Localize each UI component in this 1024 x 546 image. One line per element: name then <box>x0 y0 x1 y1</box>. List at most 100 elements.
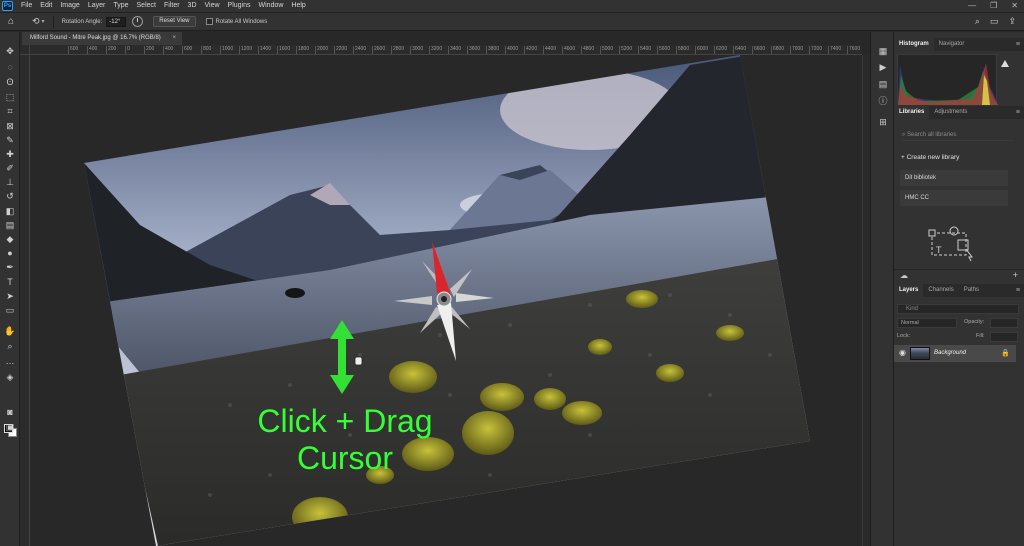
libraries-panel-tabs: Libraries Adjustments ≡ <box>894 106 1024 119</box>
lock-label: Lock: <box>897 333 911 339</box>
ruler-tick: 3400 <box>447 46 462 54</box>
fill-input[interactable] <box>990 332 1018 342</box>
layers-panel-tabs: Layers Channels Paths ≡ <box>894 284 1024 297</box>
reset-view-button[interactable]: Reset View <box>153 16 196 27</box>
search-icon[interactable]: ⌕ <box>975 16 980 27</box>
menu-layer[interactable]: Layer <box>84 0 110 12</box>
library-item[interactable]: Dit bibliotek <box>900 170 1008 186</box>
rectangle-tool-icon[interactable]: ▭ <box>4 305 16 316</box>
tab-layers[interactable]: Layers <box>894 284 924 297</box>
layer-row[interactable]: ◉ Background 🔒 <box>894 345 1016 362</box>
dodge-tool-icon[interactable]: ● <box>4 248 16 259</box>
tools-panel: ✥ ◌ ʘ ⬚ ⌗ ⊠ ✎ ✚ ✐ ⊥ ↺ ◧ ▤ ◆ ● ✒ T ➤ ▭ ✋ … <box>0 32 20 546</box>
share-icon[interactable]: ⇪ <box>1008 16 1016 27</box>
eraser-tool-icon[interactable]: ◧ <box>4 206 16 217</box>
menu-view[interactable]: View <box>201 0 224 12</box>
blur-tool-icon[interactable]: ◆ <box>4 234 16 245</box>
lasso-tool-icon[interactable]: ʘ <box>4 77 16 88</box>
more-tools-icon[interactable]: … <box>4 356 16 367</box>
zoom-tool-icon[interactable]: ⌕ <box>4 341 16 352</box>
vertical-scrollbar[interactable] <box>862 55 870 546</box>
ruler-tick: 4400 <box>542 46 557 54</box>
gradient-tool-icon[interactable]: ▤ <box>4 220 16 231</box>
type-tool-icon[interactable]: T <box>4 277 16 288</box>
close-icon[interactable]: × <box>172 32 176 45</box>
history-icon[interactable]: ▦ <box>877 46 889 57</box>
photoshop-logo-icon[interactable]: Ps <box>2 1 13 11</box>
workspace-icon[interactable]: ▭ <box>990 16 999 27</box>
layer-filter-select[interactable]: Kind <box>897 304 1019 314</box>
home-icon[interactable]: ⌂ <box>8 16 20 28</box>
chevron-down-icon[interactable]: ▾ <box>42 18 45 25</box>
instruction-line-1: Click + Drag <box>257 403 433 439</box>
object-selection-tool-icon[interactable]: ⬚ <box>4 92 16 103</box>
menu-plugins[interactable]: Plugins <box>224 0 255 12</box>
tab-libraries[interactable]: Libraries <box>894 106 930 119</box>
library-item[interactable]: HMC CC <box>900 190 1008 206</box>
rotation-angle-input[interactable]: -12° <box>106 16 127 27</box>
actions-play-icon[interactable]: ▶ <box>877 62 889 73</box>
opacity-input[interactable] <box>990 318 1018 328</box>
lock-icon[interactable]: 🔒 <box>1001 349 1010 357</box>
ruler-origin[interactable] <box>20 45 30 55</box>
rotation-dial-icon[interactable] <box>132 16 144 27</box>
cloud-icon[interactable]: ☁ <box>900 271 908 280</box>
menu-type[interactable]: Type <box>109 0 132 12</box>
hand-tool-icon[interactable]: ✋ <box>4 326 16 337</box>
tab-channels[interactable]: Channels <box>923 284 958 297</box>
tab-adjustments[interactable]: Adjustments <box>929 106 972 119</box>
tab-navigator[interactable]: Navigator <box>934 38 970 51</box>
eye-icon[interactable]: ◉ <box>899 348 906 357</box>
screen-mode-icon[interactable]: ▣ <box>4 422 16 433</box>
maximize-icon[interactable]: ❐ <box>990 0 997 12</box>
panel-menu-icon[interactable]: ≡ <box>1016 38 1020 51</box>
rotate-view-tool-icon[interactable]: ⟲ <box>32 16 40 27</box>
move-tool-icon[interactable]: ✥ <box>4 46 16 57</box>
libraries-search-input[interactable]: ⌕ Search all libraries <box>902 130 1014 141</box>
quick-mask-icon[interactable]: ◙ <box>4 407 16 418</box>
vertical-ruler[interactable] <box>20 55 30 546</box>
info-icon[interactable]: ⓘ <box>877 96 889 107</box>
ruler-tick: 4600 <box>561 46 576 54</box>
pen-tool-icon[interactable]: ✒ <box>4 262 16 273</box>
tab-paths[interactable]: Paths <box>959 284 984 297</box>
rotation-angle-label: Rotation Angle: <box>61 18 103 25</box>
marquee-tool-icon[interactable]: ◌ <box>4 62 16 73</box>
path-selection-tool-icon[interactable]: ➤ <box>4 291 16 302</box>
tab-histogram[interactable]: Histogram <box>894 38 934 51</box>
brush-tool-icon[interactable]: ✐ <box>4 163 16 174</box>
menu-image[interactable]: Image <box>56 0 83 12</box>
create-new-library-button[interactable]: + Create new library <box>901 154 959 161</box>
close-icon[interactable]: ✕ <box>1011 0 1018 12</box>
clone-stamp-tool-icon[interactable]: ⊥ <box>4 177 16 188</box>
panel-menu-icon[interactable]: ≡ <box>1016 284 1020 297</box>
healing-brush-tool-icon[interactable]: ✚ <box>4 149 16 160</box>
rotate-all-windows-checkbox[interactable] <box>205 18 213 25</box>
menu-file[interactable]: File <box>17 0 36 12</box>
add-icon[interactable]: + <box>1013 270 1018 280</box>
history-brush-tool-icon[interactable]: ↺ <box>4 191 16 202</box>
menu-3d[interactable]: 3D <box>184 0 201 12</box>
document-canvas[interactable]: Click + Drag Cursor <box>30 55 862 546</box>
eyedropper-tool-icon[interactable]: ✎ <box>4 135 16 146</box>
crop-tool-icon[interactable]: ⌗ <box>4 106 16 117</box>
minimize-icon[interactable]: — <box>968 0 976 12</box>
adjustments-icon[interactable]: ⊞ <box>877 117 889 128</box>
menu-edit[interactable]: Edit <box>36 0 56 12</box>
options-bar: ⌂ ⟲ ▾ Rotation Angle: -12° Reset View Ro… <box>0 12 1024 31</box>
warning-icon[interactable] <box>1001 60 1009 67</box>
layer-name: Background <box>934 350 967 356</box>
ruler-tick: 5800 <box>675 46 690 54</box>
blend-mode-select[interactable]: Normal <box>897 318 957 328</box>
document-tab[interactable]: Milford Sound - Mitre Peak.jpg @ 16.7% (… <box>22 32 182 45</box>
frame-tool-icon[interactable]: ⊠ <box>4 121 16 132</box>
menu-window[interactable]: Window <box>255 0 288 12</box>
document-tab-bar: Milford Sound - Mitre Peak.jpg @ 16.7% (… <box>20 32 868 45</box>
horizontal-ruler[interactable]: 600 400 200 0 200 400 600 800 1000 1200 1400 1600 18… <box>30 45 862 55</box>
properties-icon[interactable]: ▤ <box>877 79 889 90</box>
menu-filter[interactable]: Filter <box>160 0 184 12</box>
panel-menu-icon[interactable]: ≡ <box>1016 106 1020 119</box>
menu-select[interactable]: Select <box>133 0 160 12</box>
menu-help[interactable]: Help <box>287 0 309 12</box>
edit-toolbar-icon[interactable]: ◈ <box>4 372 16 383</box>
